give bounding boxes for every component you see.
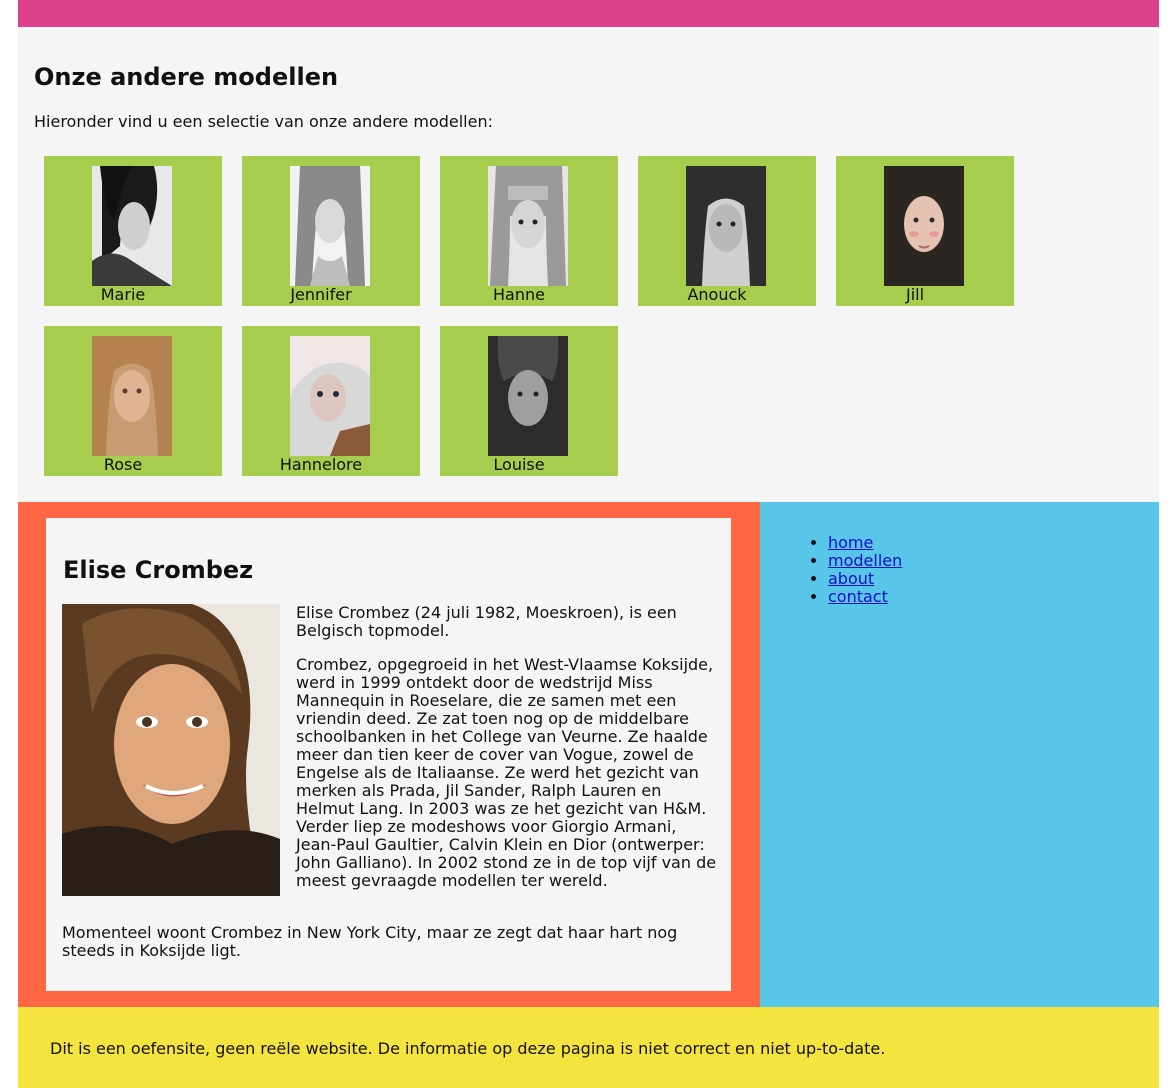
article-paragraph: Crombez, opgegroeid in het West-Vlaamse … [296,655,717,890]
model-photo[interactable] [290,166,370,286]
sidebar: home modellen about contact [760,502,1159,1007]
model-card-rose[interactable]: Rose [44,326,222,476]
nav-item-contact: contact [828,588,902,606]
model-portrait [62,604,280,896]
model-name: Louise [493,455,545,474]
model-card-louise[interactable]: Louise [440,326,618,476]
model-photo[interactable] [488,166,568,286]
main-content: Elise Crombez Elise Crombez (24 juli 198… [18,502,760,1007]
nav-link-contact[interactable]: contact [828,587,888,606]
nav-link-home[interactable]: home [828,533,873,552]
model-name: Marie [100,285,146,304]
footer: Dit is een oefensite, geen reële website… [18,1007,1159,1088]
article-paragraph: Momenteel woont Crombez in New York City… [62,923,678,960]
model-name: Rose [103,455,143,474]
model-name: Hanne [493,285,545,304]
model-card-marie[interactable]: Marie [44,156,222,306]
top-banner [18,0,1159,27]
footer-disclaimer: Dit is een oefensite, geen reële website… [50,1039,886,1058]
nav-link-about[interactable]: about [828,569,874,588]
model-photo[interactable] [488,336,568,456]
model-photo[interactable] [92,336,172,456]
model-card-jill[interactable]: Jill [836,156,1014,306]
nav-item-modellen: modellen [828,552,902,570]
model-photo[interactable] [290,336,370,456]
model-photo[interactable] [686,166,766,286]
nav-item-about: about [828,570,902,588]
section-title: Onze andere modellen [34,63,339,91]
nav-item-home: home [828,534,902,552]
model-card-jennifer[interactable]: Jennifer [242,156,420,306]
model-photo[interactable] [884,166,964,286]
model-name: Jennifer [290,285,352,304]
other-models-section: Onze andere modellen Hieronder vind u ee… [18,27,1159,502]
nav-link-modellen[interactable]: modellen [828,551,902,570]
article-title: Elise Crombez [63,556,254,584]
model-name: Anouck [687,285,747,304]
model-name: Hannelore [279,455,363,474]
model-name: Jill [905,285,925,304]
model-card-anouck[interactable]: Anouck [638,156,816,306]
article-paragraph: Elise Crombez (24 juli 1982, Moeskroen),… [296,603,677,640]
model-photo[interactable] [92,166,172,286]
model-card-hanne[interactable]: Hanne [440,156,618,306]
model-card-hannelore[interactable]: Hannelore [242,326,420,476]
section-intro: Hieronder vind u een selectie van onze a… [34,112,493,131]
model-article: Elise Crombez Elise Crombez (24 juli 198… [46,518,731,991]
nav-menu: home modellen about contact [810,534,902,606]
